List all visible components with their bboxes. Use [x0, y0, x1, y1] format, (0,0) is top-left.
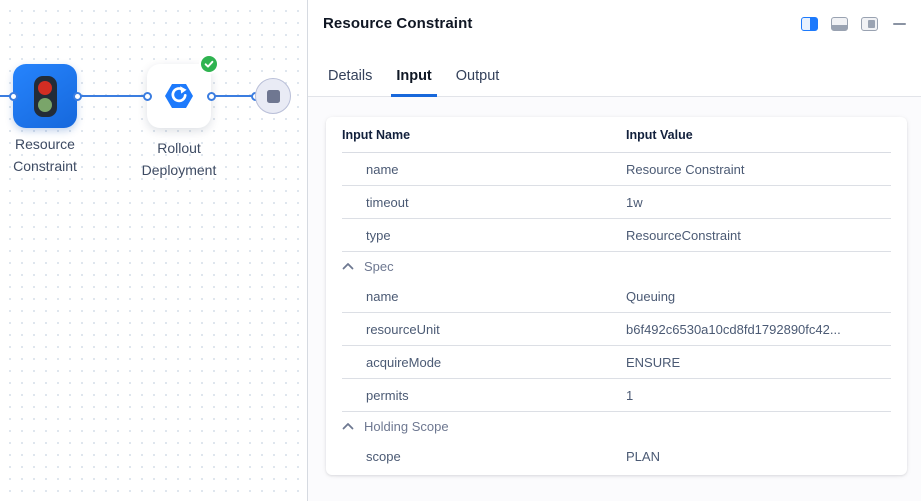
input-table-card: Input Name Input Value name Resource Con… [326, 117, 907, 475]
input-name-cell: permits [342, 388, 626, 403]
column-header-input-value: Input Value [626, 128, 891, 142]
input-value-cell: ENSURE [626, 355, 891, 370]
port-in-rollout[interactable] [143, 92, 152, 101]
dock-float-fill [868, 20, 875, 28]
dock-right-icon[interactable] [801, 17, 818, 31]
input-value-cell: Queuing [626, 289, 891, 304]
table-group-row-holding-scope[interactable]: Holding Scope [342, 412, 891, 440]
chevron-up-icon[interactable] [342, 262, 356, 270]
group-label: Holding Scope [364, 419, 449, 434]
window-controls [801, 17, 908, 31]
table-group-row-spec[interactable]: Spec [342, 252, 891, 280]
input-value-cell: Resource Constraint [626, 162, 891, 177]
dock-float-icon[interactable] [861, 17, 878, 31]
table-row: resourceUnit b6f492c6530a10cd8fd1792890f… [342, 313, 891, 346]
table-header-row: Input Name Input Value [342, 117, 891, 153]
table-row: name Queuing [342, 280, 891, 313]
tab-details[interactable]: Details [323, 58, 377, 97]
table-row: scope PLAN [342, 440, 891, 473]
end-node[interactable] [255, 78, 291, 114]
port-in-constraint[interactable] [9, 92, 18, 101]
node-label-line: Constraint [0, 155, 110, 177]
table-row: acquireMode ENSURE [342, 346, 891, 379]
traffic-light-icon [34, 76, 57, 117]
input-name-cell: name [342, 289, 626, 304]
tab-bar: Details Input Output [308, 58, 921, 97]
group-label: Spec [364, 259, 394, 274]
table-row: timeout 1w [342, 186, 891, 219]
tab-output[interactable]: Output [451, 58, 505, 97]
input-value-cell: PLAN [626, 449, 891, 464]
edge-rollout-to-end [211, 95, 256, 97]
edge-constraint-to-rollout [77, 95, 147, 97]
rollout-hexagon-icon [164, 83, 194, 109]
chevron-up-icon[interactable] [342, 422, 356, 430]
input-value-cell: 1w [626, 195, 891, 210]
port-out-rollout[interactable] [207, 92, 216, 101]
success-check-badge [199, 54, 219, 74]
dock-bottom-fill [832, 25, 847, 30]
panel-content: Input Name Input Value name Resource Con… [308, 97, 921, 501]
details-panel: Resource Constraint Details Input Output… [307, 0, 921, 501]
input-name-cell: type [342, 228, 626, 243]
app-root: Resource Constraint Rollout Deployment R… [0, 0, 921, 501]
node-label-resource-constraint: Resource Constraint [0, 133, 110, 177]
node-label-line: Deployment [114, 159, 244, 181]
input-name-cell: acquireMode [342, 355, 626, 370]
minimize-dash [893, 23, 906, 25]
tab-input[interactable]: Input [391, 58, 436, 97]
node-label-rollout-deployment: Rollout Deployment [114, 137, 244, 181]
input-name-cell: scope [342, 449, 626, 464]
stop-square-icon [267, 90, 280, 103]
column-header-input-name: Input Name [342, 128, 626, 142]
traffic-light-red [38, 81, 52, 95]
port-out-constraint[interactable] [73, 92, 82, 101]
node-rollout-deployment[interactable] [147, 64, 211, 128]
traffic-light-green [38, 98, 52, 112]
node-label-line: Resource [0, 133, 110, 155]
minimize-icon[interactable] [891, 17, 908, 31]
node-resource-constraint[interactable] [13, 64, 77, 128]
table-row: type ResourceConstraint [342, 219, 891, 252]
dock-right-fill [810, 18, 817, 30]
panel-header: Resource Constraint [308, 0, 921, 58]
input-value-cell: ResourceConstraint [626, 228, 891, 243]
table-row: permits 1 [342, 379, 891, 412]
input-name-cell: timeout [342, 195, 626, 210]
input-name-cell: resourceUnit [342, 322, 626, 337]
workflow-canvas[interactable]: Resource Constraint Rollout Deployment [0, 0, 307, 501]
node-label-line: Rollout [114, 137, 244, 159]
input-value-cell: b6f492c6530a10cd8fd1792890fc42... [626, 322, 891, 337]
table-row: name Resource Constraint [342, 153, 891, 186]
dock-bottom-icon[interactable] [831, 17, 848, 31]
input-value-cell: 1 [626, 388, 891, 403]
input-name-cell: name [342, 162, 626, 177]
